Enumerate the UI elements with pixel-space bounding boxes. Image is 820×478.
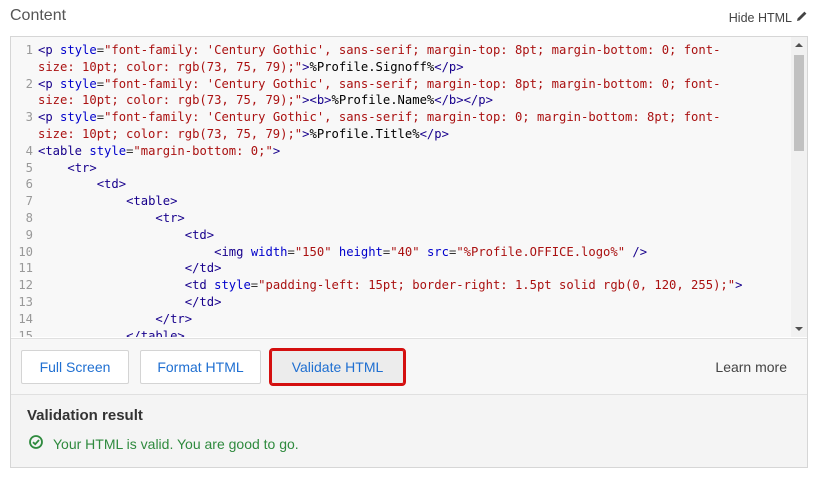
code-text: <tr> bbox=[67, 160, 97, 175]
code-lines: 1 <p style="font-family: 'Century Gothic'… bbox=[11, 42, 791, 337]
code-text: </td> bbox=[184, 261, 222, 276]
code-line: 6 <td> bbox=[11, 176, 791, 193]
line-number bbox=[11, 92, 38, 109]
validate-html-button[interactable]: Validate HTML bbox=[269, 348, 406, 386]
code-line: 10 <img width="150" height="40" src="%Pr… bbox=[11, 244, 791, 261]
scroll-up-icon[interactable] bbox=[791, 37, 807, 53]
line-number: 4 bbox=[25, 143, 33, 158]
validation-message: Your HTML is valid. You are good to go. bbox=[29, 435, 299, 452]
learn-more-link[interactable]: Learn more bbox=[715, 359, 787, 375]
code-line: 4 <table style="margin-bottom: 0;"> bbox=[11, 143, 791, 160]
line-number: 12 bbox=[18, 278, 33, 293]
code-text: <tr> bbox=[155, 210, 185, 225]
code-text: <td> bbox=[96, 177, 127, 192]
scroll-down-icon[interactable] bbox=[791, 321, 807, 337]
line-number: 1 bbox=[25, 43, 33, 57]
line-number: 8 bbox=[25, 210, 33, 225]
code-line: 7 <table> bbox=[11, 193, 791, 210]
code-line: 8 <tr> bbox=[11, 210, 791, 227]
code-text: size: 10pt; color: rgb(73, 75, 79);"><b>… bbox=[38, 93, 493, 108]
scrollbar-thumb[interactable] bbox=[794, 55, 804, 151]
hide-html-button[interactable]: Hide HTML bbox=[729, 10, 808, 25]
code-line: 3 <p style="font-family: 'Century Gothic'… bbox=[11, 109, 791, 126]
line-number: 9 bbox=[25, 227, 33, 242]
validation-result-title: Validation result bbox=[27, 407, 143, 424]
pencil-icon bbox=[796, 10, 808, 25]
code-text: <img width="150" height="40" src="%Profi… bbox=[214, 244, 648, 259]
line-number: 2 bbox=[25, 76, 33, 91]
code-line: 14 </tr> bbox=[11, 311, 791, 328]
code-line: 13 </td> bbox=[11, 294, 791, 311]
code-editor[interactable]: 1 <p style="font-family: 'Century Gothic'… bbox=[11, 37, 807, 337]
hide-html-label: Hide HTML bbox=[728, 10, 792, 25]
code-text: </tr> bbox=[155, 311, 193, 326]
code-text: <td> bbox=[184, 227, 215, 242]
code-line: 12 <td style="padding-left: 15pt; border… bbox=[11, 277, 791, 294]
line-number: 3 bbox=[25, 110, 33, 125]
line-number: 5 bbox=[25, 160, 33, 175]
line-number: 11 bbox=[18, 261, 33, 276]
code-text: <table style="margin-bottom: 0;"> bbox=[38, 143, 281, 158]
code-text: size: 10pt; color: rgb(73, 75, 79);">%Pr… bbox=[38, 59, 464, 74]
code-text: <td style="padding-left: 15pt; border-ri… bbox=[184, 278, 743, 293]
line-number: 13 bbox=[18, 294, 33, 309]
line-number: 14 bbox=[18, 311, 33, 326]
code-text: </td> bbox=[184, 294, 222, 309]
html-editor-panel: 1 <p style="font-family: 'Century Gothic'… bbox=[10, 36, 808, 468]
code-text: <p style="font-family: 'Century Gothic',… bbox=[38, 76, 721, 91]
check-circle-icon bbox=[29, 435, 43, 452]
line-number bbox=[11, 59, 38, 76]
code-line: 1 <p style="font-family: 'Century Gothic'… bbox=[11, 42, 791, 59]
code-line: 11 </td> bbox=[11, 260, 791, 277]
line-number: 10 bbox=[18, 244, 33, 259]
line-number bbox=[11, 126, 38, 143]
validation-message-text: Your HTML is valid. You are good to go. bbox=[53, 435, 299, 452]
code-text: <p style="font-family: 'Century Gothic',… bbox=[38, 43, 721, 57]
full-screen-button[interactable]: Full Screen bbox=[21, 350, 129, 384]
format-html-button[interactable]: Format HTML bbox=[140, 350, 261, 384]
line-number: 7 bbox=[25, 194, 33, 209]
content-title: Content bbox=[10, 7, 67, 24]
code-text: <table> bbox=[126, 194, 178, 209]
line-number: 6 bbox=[25, 177, 33, 192]
code-line: size: 10pt; color: rgb(73, 75, 79);">%Pr… bbox=[11, 59, 791, 76]
code-line: 5 <tr> bbox=[11, 160, 791, 177]
code-line: size: 10pt; color: rgb(73, 75, 79);">%Pr… bbox=[11, 126, 791, 143]
vertical-scrollbar[interactable] bbox=[791, 37, 807, 337]
code-line: 15 </table> bbox=[11, 328, 791, 337]
code-text: </table> bbox=[126, 328, 185, 337]
line-number: 15 bbox=[18, 328, 33, 337]
code-text: size: 10pt; color: rgb(73, 75, 79);">%Pr… bbox=[38, 126, 449, 141]
code-text: <p style="font-family: 'Century Gothic',… bbox=[38, 110, 721, 125]
code-line: 2 <p style="font-family: 'Century Gothic'… bbox=[11, 76, 791, 93]
editor-toolbar: Full Screen Format HTML Validate HTML Le… bbox=[11, 338, 807, 394]
code-line: size: 10pt; color: rgb(73, 75, 79);"><b>… bbox=[11, 92, 791, 109]
validation-result-panel: Validation result Your HTML is valid. Yo… bbox=[11, 394, 807, 467]
code-line: 9 <td> bbox=[11, 227, 791, 244]
